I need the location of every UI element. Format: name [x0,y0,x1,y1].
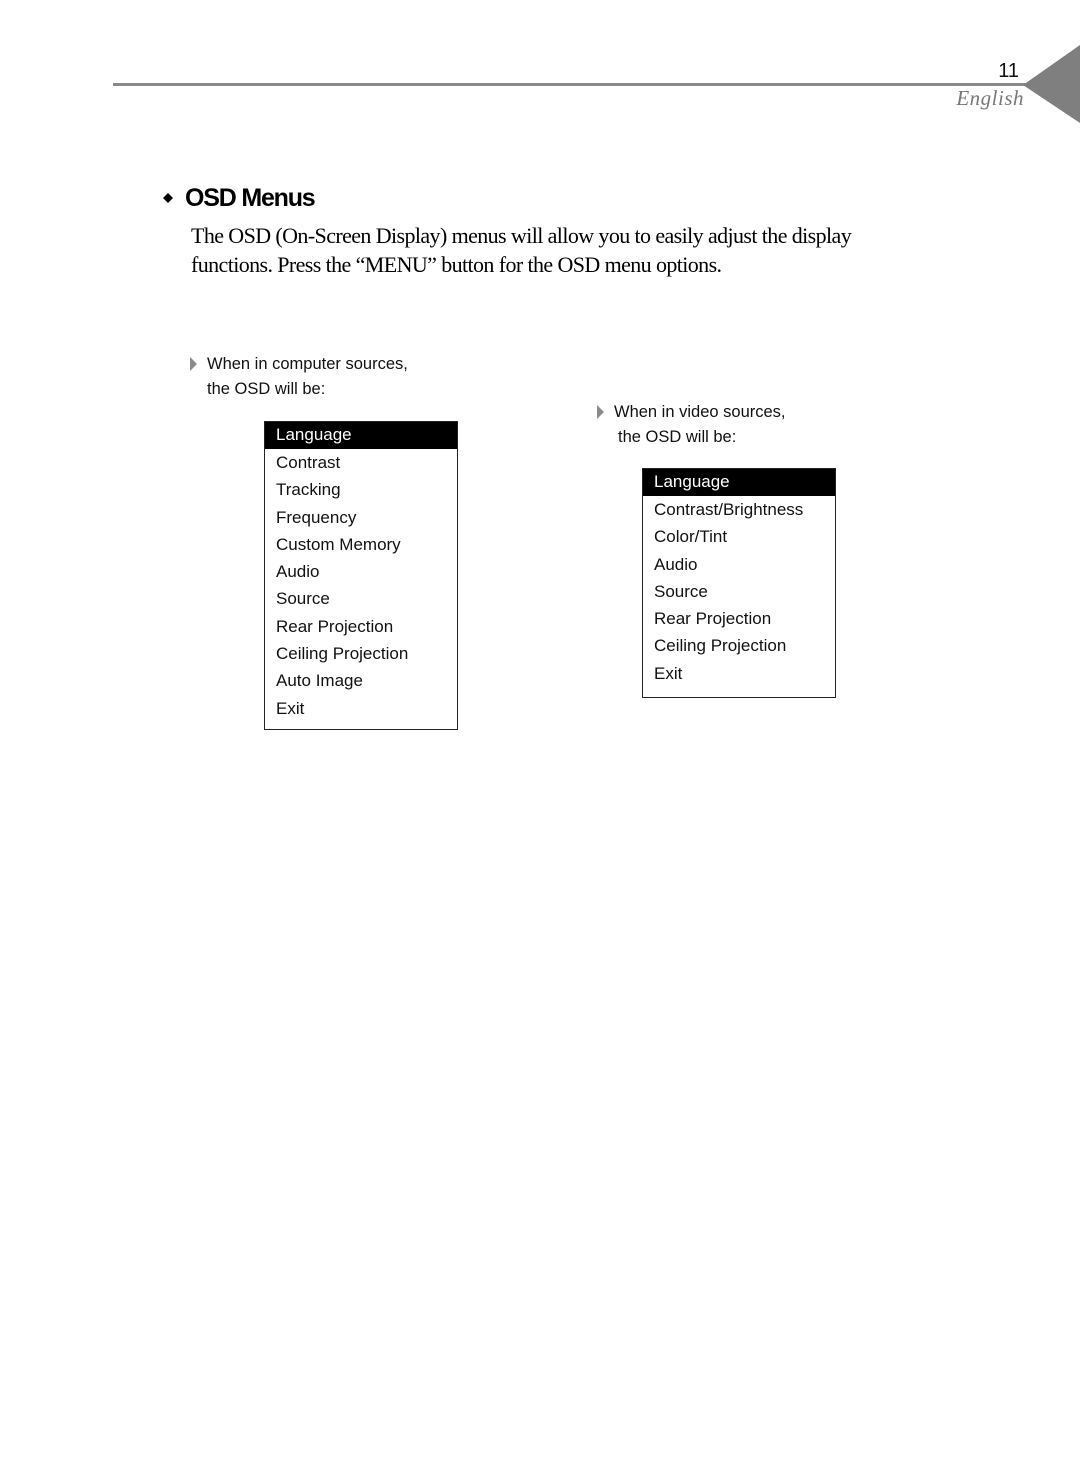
language-label: English [956,86,1024,110]
osd-item-contrast-brightness[interactable]: Contrast/Brightness [643,496,835,523]
osd-item-source[interactable]: Source [643,578,835,605]
caption-line-1: When in video sources, [614,403,786,421]
osd-item-exit[interactable]: Exit [643,660,835,687]
osd-item-contrast[interactable]: Contrast [265,449,457,476]
intro-line-1: The OSD (On-Screen Display) menus will a… [191,223,852,248]
intro-paragraph: The OSD (On-Screen Display) menus will a… [191,221,931,279]
osd-item-language[interactable]: Language [643,469,835,496]
caption-line-1: When in computer sources, [207,355,408,373]
osd-item-audio[interactable]: Audio [265,558,457,585]
osd-item-rear-projection[interactable]: Rear Projection [265,613,457,640]
intro-line-2: functions. Press the “MENU” button for t… [191,252,722,277]
section-title: OSD Menus [185,184,316,212]
header-rule [113,83,1025,86]
caption-line-2: the OSD will be: [618,428,737,446]
page-number: 11 [998,60,1019,82]
video-sources-caption: When in video sources, the OSD will be: [597,400,786,450]
osd-item-audio[interactable]: Audio [643,551,835,578]
osd-item-tracking[interactable]: Tracking [265,476,457,503]
osd-item-language[interactable]: Language [265,422,457,449]
caption-line-2: the OSD will be: [207,380,326,398]
triangle-right-icon [597,405,604,419]
diamond-icon [163,193,173,203]
osd-item-frequency[interactable]: Frequency [265,504,457,531]
osd-item-ceiling-projection[interactable]: Ceiling Projection [643,632,835,659]
osd-item-custom-memory[interactable]: Custom Memory [265,531,457,558]
osd-item-ceiling-projection[interactable]: Ceiling Projection [265,640,457,667]
section-heading: OSD Menus [163,183,316,213]
computer-sources-caption: When in computer sources, the OSD will b… [190,352,408,402]
osd-item-rear-projection[interactable]: Rear Projection [643,605,835,632]
osd-menu-video: Language Contrast/Brightness Color/Tint … [642,468,836,698]
osd-item-source[interactable]: Source [265,585,457,612]
triangle-right-icon [190,357,197,371]
osd-item-auto-image[interactable]: Auto Image [265,667,457,694]
page-corner-tab-icon [1023,45,1080,123]
osd-item-color-tint[interactable]: Color/Tint [643,523,835,550]
osd-menu-computer: Language Contrast Tracking Frequency Cus… [264,421,458,730]
osd-item-exit[interactable]: Exit [265,695,457,722]
